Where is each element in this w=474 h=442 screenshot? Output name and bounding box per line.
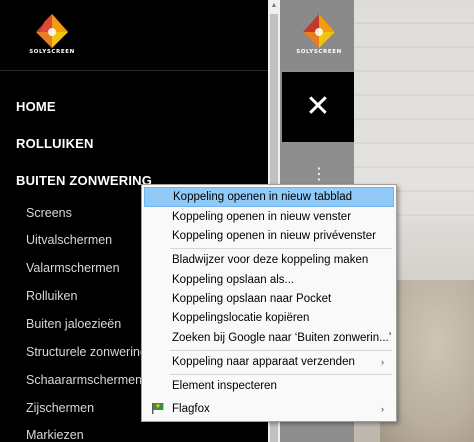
close-menu-button[interactable]: ✕ — [282, 72, 354, 142]
nav-sub-structurele-zonwering[interactable]: Structurele zonwering — [26, 345, 147, 359]
nav-item-rolluiken[interactable]: ROLLUIKEN — [16, 136, 94, 151]
submenu-arrow-icon: › — [381, 357, 384, 367]
nav-divider — [0, 70, 268, 71]
flagfox-flag-icon — [152, 403, 164, 414]
logo-diamond-icon — [303, 14, 335, 48]
nav-item-buiten-zonwering[interactable]: BUITEN ZONWERING — [16, 173, 152, 188]
ctx-send-to-device-label: Koppeling naar apparaat verzenden — [172, 356, 355, 368]
header-logo-text: SOLYSCREEN — [296, 49, 342, 55]
ctx-save-link-as[interactable]: Koppeling opslaan als... — [144, 270, 394, 290]
nav-sub-schaararmschermen[interactable]: Schaararmschermen — [26, 373, 142, 387]
ctx-separator — [170, 374, 392, 375]
scroll-up-arrow-icon[interactable]: ▲ — [268, 0, 280, 12]
ctx-flagfox-label: Flagfox — [172, 403, 210, 415]
ctx-send-to-device[interactable]: Koppeling naar apparaat verzenden › — [144, 352, 394, 372]
nav-sub-markiezen[interactable]: Markiezen — [26, 428, 84, 442]
nav-sub-buiten-jaloezieen[interactable]: Buiten jaloezieën — [26, 317, 121, 331]
header-logo[interactable]: SOLYSCREEN — [290, 12, 348, 62]
ctx-copy-link-location[interactable]: Koppelingslocatie kopiëren — [144, 308, 394, 328]
ctx-separator — [170, 350, 392, 351]
logo-diamond-icon — [36, 14, 68, 48]
ctx-flagfox[interactable]: Flagfox › — [144, 399, 394, 419]
ctx-open-new-tab[interactable]: Koppeling openen in nieuw tabblad — [144, 187, 394, 207]
solyscreen-logo[interactable]: SOLYSCREEN — [28, 12, 76, 62]
ctx-search-google[interactable]: Zoeken bij Google naar ‘Buiten zonwerin.… — [144, 328, 394, 348]
logo-text: SOLYSCREEN — [29, 49, 75, 55]
nav-sub-valarmschermen[interactable]: Valarmschermen — [26, 261, 120, 275]
nav-sub-screens[interactable]: Screens — [26, 206, 72, 220]
ctx-open-new-window[interactable]: Koppeling openen in nieuw venster — [144, 207, 394, 227]
ctx-save-to-pocket[interactable]: Koppeling opslaan naar Pocket — [144, 289, 394, 309]
more-options-icon[interactable]: ⋮ — [311, 167, 327, 183]
context-menu: Koppeling openen in nieuw tabblad Koppel… — [141, 184, 397, 422]
nav-item-home[interactable]: HOME — [16, 99, 56, 114]
ctx-separator — [170, 248, 392, 249]
ctx-inspect-element[interactable]: Element inspecteren — [144, 376, 394, 396]
ctx-bookmark-link[interactable]: Bladwijzer voor deze koppeling maken — [144, 250, 394, 270]
ctx-open-private-window[interactable]: Koppeling openen in nieuw privévenster — [144, 226, 394, 246]
nav-sub-uitvalschermen[interactable]: Uitvalschermen — [26, 233, 112, 247]
submenu-arrow-icon: › — [381, 404, 384, 414]
nav-sub-zijschermen[interactable]: Zijschermen — [26, 401, 94, 415]
close-icon: ✕ — [305, 90, 331, 123]
nav-sub-rolluiken[interactable]: Rolluiken — [26, 289, 77, 303]
